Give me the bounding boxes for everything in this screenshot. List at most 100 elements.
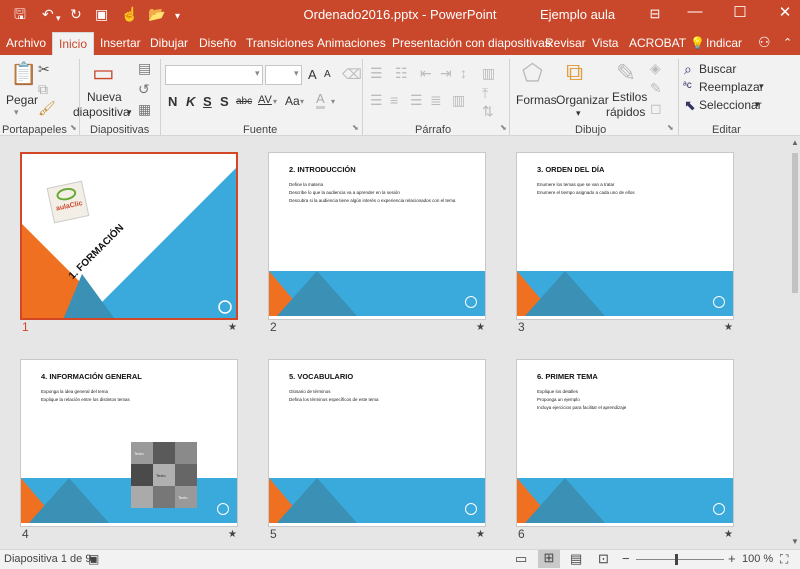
scroll-down-icon[interactable]: ▼	[791, 537, 799, 546]
select-icon[interactable]: ⬉	[684, 97, 696, 114]
numbering-icon[interactable]: ☷	[395, 65, 408, 82]
shape-outline-icon[interactable]: ✎	[650, 80, 662, 97]
tab-vista[interactable]: Vista	[592, 36, 618, 50]
undo-dropdown-icon[interactable]: ▾	[56, 10, 61, 26]
strikethrough-button[interactable]: abc	[236, 96, 252, 107]
select-dropdown-icon[interactable]: ▾	[755, 99, 760, 110]
paste-icon[interactable]: 📋	[10, 61, 37, 87]
align-center-icon[interactable]: ≡	[390, 92, 398, 108]
font-color-button[interactable]: A	[316, 92, 325, 109]
font-launcher-icon[interactable]: ⬊	[352, 123, 359, 132]
reading-view-icon[interactable]: ▤	[570, 551, 582, 567]
save-icon[interactable]: 🖫	[14, 6, 26, 22]
format-painter-icon[interactable]: 🖌	[38, 100, 56, 117]
increase-font-button[interactable]: A	[308, 67, 317, 82]
slide-thumbnail-5[interactable]: 5. VOCABULARIO Glosario de términos Defi…	[268, 359, 486, 527]
tell-me-box[interactable]: Indicar	[706, 36, 742, 50]
italic-button[interactable]: K	[186, 94, 195, 109]
decrease-indent-icon[interactable]: ⇤	[420, 65, 432, 82]
arrange-dropdown-icon[interactable]: ▾	[576, 108, 581, 119]
user-name[interactable]: Ejemplo aula	[540, 7, 615, 22]
columns-icon[interactable]: ▥	[482, 65, 495, 82]
arrange-button[interactable]: Organizar	[556, 93, 609, 107]
find-button[interactable]: Buscar	[699, 62, 736, 76]
touch-icon[interactable]: ☝	[121, 6, 138, 22]
maximize-icon[interactable]: ☐	[725, 3, 755, 21]
minimize-icon[interactable]: —	[680, 3, 710, 20]
ribbon-display-icon[interactable]: ⊟	[640, 6, 670, 22]
redo-icon[interactable]: ↻	[70, 6, 82, 22]
new-slide-button[interactable]: Nueva	[87, 90, 122, 104]
line-spacing-icon[interactable]: ↕	[460, 65, 467, 81]
justify-icon[interactable]: ≣	[430, 92, 442, 109]
tab-dibujar[interactable]: Dibujar	[150, 36, 188, 50]
quick-styles-button[interactable]: Estilos	[612, 90, 647, 104]
shapes-button[interactable]: Formas	[516, 93, 557, 107]
slide-thumbnail-1[interactable]: aulaClic 1. FORMACIÓN AULACLIC	[20, 152, 238, 320]
scrollbar-thumb[interactable]	[792, 153, 798, 293]
scroll-up-icon[interactable]: ▲	[791, 138, 799, 147]
clear-format-icon[interactable]: ⌫	[342, 66, 362, 83]
find-icon[interactable]: ⌕	[684, 61, 692, 78]
tab-presentacion[interactable]: Presentación con diapositivas	[392, 36, 551, 50]
undo-icon[interactable]: ↶	[42, 6, 54, 22]
spellcheck-icon[interactable]: ▣	[88, 552, 99, 566]
presenter-icon[interactable]: ▣	[95, 6, 108, 22]
layout-icon[interactable]: ▤	[138, 60, 151, 77]
font-size-dropdown-icon[interactable]: ▾	[294, 68, 299, 79]
quick-styles-button-line2[interactable]: rápidos	[606, 105, 645, 119]
font-family-dropdown-icon[interactable]: ▾	[255, 68, 260, 79]
shape-fill-icon[interactable]: ◈	[650, 60, 661, 77]
new-slide-icon[interactable]: ▭	[92, 59, 115, 88]
char-spacing-dropdown-icon[interactable]: ▾	[273, 97, 277, 106]
text-direction-icon[interactable]: ⤒	[482, 85, 488, 102]
shadow-s-button[interactable]: S	[220, 94, 229, 109]
paste-button[interactable]: Pegar	[6, 93, 38, 107]
drawing-launcher-icon[interactable]: ⬊	[667, 123, 674, 132]
customize-icon[interactable]: ▾	[175, 9, 180, 25]
replace-button[interactable]: Reemplazar	[699, 80, 764, 94]
slide-sorter-view-icon[interactable]: ⊞	[538, 550, 560, 568]
tab-animaciones[interactable]: Animaciones	[317, 36, 386, 50]
shapes-icon[interactable]: ⬠	[522, 59, 543, 88]
increase-indent-icon[interactable]: ⇥	[440, 65, 452, 82]
fit-window-icon[interactable]: ⛶	[780, 552, 788, 567]
tab-insertar[interactable]: Insertar	[100, 36, 141, 50]
close-icon[interactable]: ✕	[770, 3, 800, 21]
change-case-button[interactable]: Aa	[285, 94, 300, 108]
slide-sorter[interactable]: aulaClic 1. FORMACIÓN AULACLIC 1 ★ 2. IN…	[0, 137, 800, 549]
zoom-out-icon[interactable]: −	[622, 551, 630, 566]
paragraph-launcher-icon[interactable]: ⬊	[500, 123, 507, 132]
underline-button[interactable]: S	[203, 94, 212, 109]
new-slide-button-line2[interactable]: diapositiva	[73, 105, 130, 119]
tab-acrobat[interactable]: ACROBAT	[629, 36, 686, 50]
tab-revisar[interactable]: Revisar	[545, 36, 586, 50]
decrease-font-button[interactable]: A	[324, 69, 331, 80]
cut-icon[interactable]: ✂	[38, 61, 50, 78]
bold-button[interactable]: N	[168, 94, 177, 109]
tab-diseno[interactable]: Diseño	[199, 36, 236, 50]
folder-icon[interactable]: 📂	[148, 6, 165, 22]
align-text-icon[interactable]: ⇅	[482, 103, 494, 120]
change-case-dropdown-icon[interactable]: ▾	[300, 97, 304, 106]
zoom-slider-thumb[interactable]	[675, 554, 678, 565]
section-icon[interactable]: ▦	[138, 101, 151, 118]
slide-thumbnail-4[interactable]: 4. INFORMACIÓN GENERAL Exponga la idea g…	[20, 359, 238, 527]
share-user-icon[interactable]: ⚇	[758, 34, 771, 51]
clipboard-launcher-icon[interactable]: ⬊	[70, 123, 77, 132]
replace-icon[interactable]: ᵃc	[683, 80, 692, 91]
slide-thumbnail-3[interactable]: 3. ORDEN DEL DÍA Enumere los temas que s…	[516, 152, 734, 320]
shape-effects-icon[interactable]: ◻	[650, 100, 662, 117]
font-color-dropdown-icon[interactable]: ▾	[331, 97, 335, 106]
bullets-icon[interactable]: ☰	[370, 65, 383, 82]
zoom-slider-track[interactable]	[636, 559, 724, 560]
align-left-icon[interactable]: ☰	[370, 92, 383, 109]
paste-dropdown-icon[interactable]: ▾	[14, 107, 19, 118]
reset-icon[interactable]: ↺	[138, 81, 150, 98]
ribbon-collapse-icon[interactable]: ⌃	[783, 36, 792, 49]
slideshow-view-icon[interactable]: ⊡	[598, 551, 609, 567]
char-spacing-button[interactable]: AV	[258, 94, 272, 106]
columns-split-icon[interactable]: ▥	[452, 92, 465, 109]
font-family-input[interactable]	[165, 65, 263, 85]
tab-archivo[interactable]: Archivo	[6, 36, 46, 50]
